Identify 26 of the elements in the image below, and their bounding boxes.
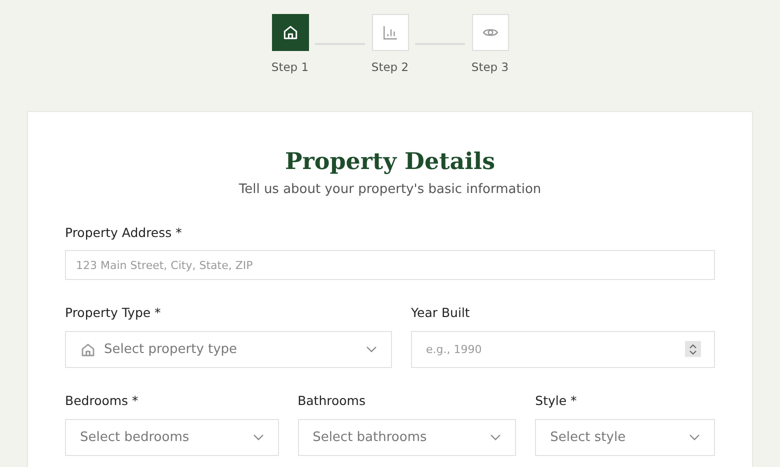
year-field[interactable]: e.g., 1990 <box>411 331 715 368</box>
field-label: Year Built <box>411 304 471 322</box>
step-label: Step 3 <box>471 59 509 76</box>
chevron-down-icon <box>366 346 378 354</box>
step-label: Step 2 <box>371 59 409 76</box>
form-subtitle: Tell us about your property's basic information <box>238 180 542 199</box>
select-dropdown[interactable]: Select property type <box>65 331 392 368</box>
select-dropdown[interactable]: Select bedrooms <box>65 418 279 456</box>
field-label: Bedrooms * <box>65 392 140 410</box>
address-field[interactable]: 123 Main Street, City, State, ZIP <box>65 250 715 280</box>
step-label: Step 1 <box>271 59 309 76</box>
select-dropdown[interactable]: Select bathrooms <box>298 418 516 456</box>
field-label: Style * <box>535 392 578 410</box>
select-dropdown[interactable]: Select style <box>535 418 715 456</box>
house-icon <box>282 24 298 41</box>
chevron-down-icon <box>689 434 700 441</box>
field-label: Property Type * <box>65 304 162 322</box>
chevron-down-icon <box>252 434 264 441</box>
form-title: Property Details <box>284 148 496 176</box>
step-tab[interactable] <box>272 14 308 51</box>
chevron-down-icon <box>490 434 502 441</box>
bar-chart-icon <box>382 24 398 41</box>
field-label: Property Address * <box>65 224 183 242</box>
house-icon <box>80 342 96 358</box>
field-label: Bathrooms <box>298 392 366 410</box>
spinner-icon[interactable] <box>685 341 701 358</box>
